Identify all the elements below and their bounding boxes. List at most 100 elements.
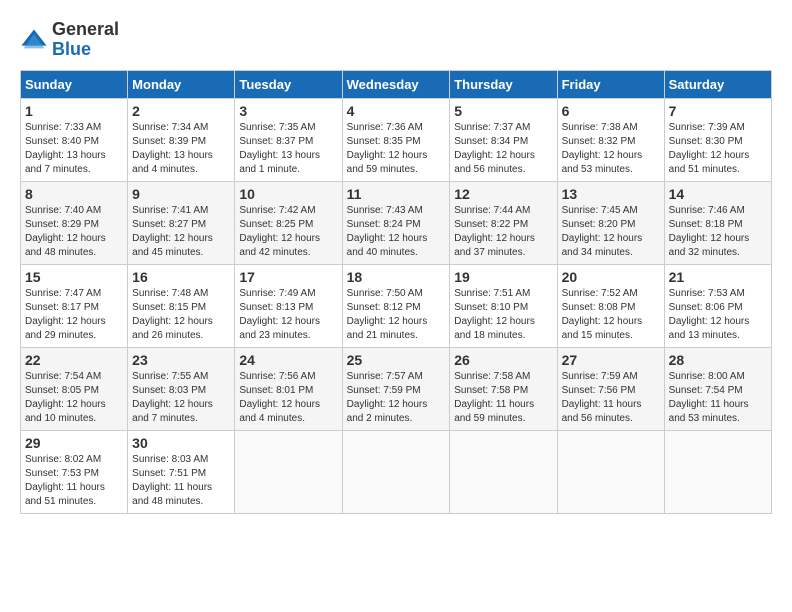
day-number: 8 — [25, 186, 123, 202]
day-number: 23 — [132, 352, 230, 368]
calendar-cell: 10 Sunrise: 7:42 AM Sunset: 8:25 PM Dayli… — [235, 181, 342, 264]
day-info: Sunrise: 7:49 AM Sunset: 8:13 PM Dayligh… — [239, 287, 337, 343]
day-number: 11 — [347, 186, 446, 202]
calendar-cell: 29 Sunrise: 8:02 AM Sunset: 7:53 PM Dayli… — [21, 430, 128, 513]
day-number: 27 — [562, 352, 660, 368]
calendar-cell: 28 Sunrise: 8:00 AM Sunset: 7:54 PM Dayli… — [664, 347, 771, 430]
day-info: Sunrise: 7:40 AM Sunset: 8:29 PM Dayligh… — [25, 204, 123, 260]
calendar-cell: 2Sunrise: 7:34 AM Sunset: 8:39 PM Daylig… — [128, 98, 235, 181]
calendar-cell — [557, 430, 664, 513]
day-number: 6 — [562, 103, 660, 119]
calendar-cell — [342, 430, 450, 513]
day-number: 22 — [25, 352, 123, 368]
calendar-cell: 12 Sunrise: 7:44 AM Sunset: 8:22 PM Dayli… — [450, 181, 557, 264]
day-info: Sunrise: 7:36 AM Sunset: 8:35 PM Dayligh… — [347, 121, 446, 177]
day-number: 15 — [25, 269, 123, 285]
calendar-cell: 19 Sunrise: 7:51 AM Sunset: 8:10 PM Dayli… — [450, 264, 557, 347]
day-info: Sunrise: 7:48 AM Sunset: 8:15 PM Dayligh… — [132, 287, 230, 343]
calendar-cell: 15 Sunrise: 7:47 AM Sunset: 8:17 PM Dayli… — [21, 264, 128, 347]
header-row: SundayMondayTuesdayWednesdayThursdayFrid… — [21, 70, 772, 98]
day-info: Sunrise: 7:45 AM Sunset: 8:20 PM Dayligh… — [562, 204, 660, 260]
logo: General Blue — [20, 20, 119, 60]
calendar-cell: 6 Sunrise: 7:38 AM Sunset: 8:32 PM Daylig… — [557, 98, 664, 181]
calendar-cell: 9 Sunrise: 7:41 AM Sunset: 8:27 PM Daylig… — [128, 181, 235, 264]
day-number: 5 — [454, 103, 552, 119]
day-info: Sunrise: 7:56 AM Sunset: 8:01 PM Dayligh… — [239, 370, 337, 426]
calendar-cell: 25 Sunrise: 7:57 AM Sunset: 7:59 PM Dayli… — [342, 347, 450, 430]
calendar-cell: 22 Sunrise: 7:54 AM Sunset: 8:05 PM Dayli… — [21, 347, 128, 430]
day-info: Sunrise: 7:51 AM Sunset: 8:10 PM Dayligh… — [454, 287, 552, 343]
calendar-cell: 8 Sunrise: 7:40 AM Sunset: 8:29 PM Daylig… — [21, 181, 128, 264]
day-number: 13 — [562, 186, 660, 202]
day-number: 9 — [132, 186, 230, 202]
week-row-3: 15 Sunrise: 7:47 AM Sunset: 8:17 PM Dayli… — [21, 264, 772, 347]
calendar-cell: 13 Sunrise: 7:45 AM Sunset: 8:20 PM Dayli… — [557, 181, 664, 264]
calendar-cell: 1Sunrise: 7:33 AM Sunset: 8:40 PM Daylig… — [21, 98, 128, 181]
calendar-cell: 11 Sunrise: 7:43 AM Sunset: 8:24 PM Dayli… — [342, 181, 450, 264]
day-info: Sunrise: 7:39 AM Sunset: 8:30 PM Dayligh… — [669, 121, 767, 177]
day-info: Sunrise: 7:54 AM Sunset: 8:05 PM Dayligh… — [25, 370, 123, 426]
calendar-cell: 3 Sunrise: 7:35 AM Sunset: 8:37 PM Daylig… — [235, 98, 342, 181]
week-row-5: 29 Sunrise: 8:02 AM Sunset: 7:53 PM Dayli… — [21, 430, 772, 513]
calendar-cell: 30Sunrise: 8:03 AM Sunset: 7:51 PM Dayli… — [128, 430, 235, 513]
day-number: 21 — [669, 269, 767, 285]
calendar-cell: 5Sunrise: 7:37 AM Sunset: 8:34 PM Daylig… — [450, 98, 557, 181]
day-number: 18 — [347, 269, 446, 285]
day-info: Sunrise: 7:52 AM Sunset: 8:08 PM Dayligh… — [562, 287, 660, 343]
logo-icon — [20, 26, 48, 54]
day-info: Sunrise: 8:00 AM Sunset: 7:54 PM Dayligh… — [669, 370, 767, 426]
col-header-thursday: Thursday — [450, 70, 557, 98]
col-header-sunday: Sunday — [21, 70, 128, 98]
logo-text: General Blue — [52, 20, 119, 60]
calendar-cell: 23 Sunrise: 7:55 AM Sunset: 8:03 PM Dayli… — [128, 347, 235, 430]
calendar-cell — [450, 430, 557, 513]
day-number: 29 — [25, 435, 123, 451]
calendar-cell: 18 Sunrise: 7:50 AM Sunset: 8:12 PM Dayli… — [342, 264, 450, 347]
col-header-monday: Monday — [128, 70, 235, 98]
week-row-4: 22 Sunrise: 7:54 AM Sunset: 8:05 PM Dayli… — [21, 347, 772, 430]
header: General Blue — [20, 20, 772, 60]
day-info: Sunrise: 7:58 AM Sunset: 7:58 PM Dayligh… — [454, 370, 552, 426]
day-number: 7 — [669, 103, 767, 119]
day-info: Sunrise: 7:43 AM Sunset: 8:24 PM Dayligh… — [347, 204, 446, 260]
day-number: 25 — [347, 352, 446, 368]
calendar-cell: 17Sunrise: 7:49 AM Sunset: 8:13 PM Dayli… — [235, 264, 342, 347]
day-number: 12 — [454, 186, 552, 202]
day-number: 20 — [562, 269, 660, 285]
day-number: 10 — [239, 186, 337, 202]
day-number: 19 — [454, 269, 552, 285]
day-info: Sunrise: 7:41 AM Sunset: 8:27 PM Dayligh… — [132, 204, 230, 260]
calendar-cell: 20 Sunrise: 7:52 AM Sunset: 8:08 PM Dayli… — [557, 264, 664, 347]
day-number: 14 — [669, 186, 767, 202]
calendar-cell: 7 Sunrise: 7:39 AM Sunset: 8:30 PM Daylig… — [664, 98, 771, 181]
day-number: 3 — [239, 103, 337, 119]
col-header-tuesday: Tuesday — [235, 70, 342, 98]
day-info: Sunrise: 7:46 AM Sunset: 8:18 PM Dayligh… — [669, 204, 767, 260]
col-header-friday: Friday — [557, 70, 664, 98]
logo-blue-text: Blue — [52, 39, 91, 59]
day-info: Sunrise: 8:02 AM Sunset: 7:53 PM Dayligh… — [25, 453, 123, 509]
day-info: Sunrise: 7:47 AM Sunset: 8:17 PM Dayligh… — [25, 287, 123, 343]
day-number: 4 — [347, 103, 446, 119]
week-row-2: 8 Sunrise: 7:40 AM Sunset: 8:29 PM Daylig… — [21, 181, 772, 264]
calendar-cell: 27 Sunrise: 7:59 AM Sunset: 7:56 PM Dayli… — [557, 347, 664, 430]
day-info: Sunrise: 7:57 AM Sunset: 7:59 PM Dayligh… — [347, 370, 446, 426]
col-header-wednesday: Wednesday — [342, 70, 450, 98]
day-info: Sunrise: 7:59 AM Sunset: 7:56 PM Dayligh… — [562, 370, 660, 426]
day-info: Sunrise: 7:38 AM Sunset: 8:32 PM Dayligh… — [562, 121, 660, 177]
day-info: Sunrise: 7:44 AM Sunset: 8:22 PM Dayligh… — [454, 204, 552, 260]
calendar-table: SundayMondayTuesdayWednesdayThursdayFrid… — [20, 70, 772, 514]
day-info: Sunrise: 7:55 AM Sunset: 8:03 PM Dayligh… — [132, 370, 230, 426]
day-info: Sunrise: 7:50 AM Sunset: 8:12 PM Dayligh… — [347, 287, 446, 343]
day-info: Sunrise: 7:35 AM Sunset: 8:37 PM Dayligh… — [239, 121, 337, 177]
week-row-1: 1Sunrise: 7:33 AM Sunset: 8:40 PM Daylig… — [21, 98, 772, 181]
day-number: 28 — [669, 352, 767, 368]
day-number: 30 — [132, 435, 230, 451]
day-number: 24 — [239, 352, 337, 368]
calendar-cell — [664, 430, 771, 513]
day-number: 16 — [132, 269, 230, 285]
day-info: Sunrise: 7:42 AM Sunset: 8:25 PM Dayligh… — [239, 204, 337, 260]
col-header-saturday: Saturday — [664, 70, 771, 98]
calendar-cell: 16 Sunrise: 7:48 AM Sunset: 8:15 PM Dayli… — [128, 264, 235, 347]
calendar-cell: 24 Sunrise: 7:56 AM Sunset: 8:01 PM Dayli… — [235, 347, 342, 430]
